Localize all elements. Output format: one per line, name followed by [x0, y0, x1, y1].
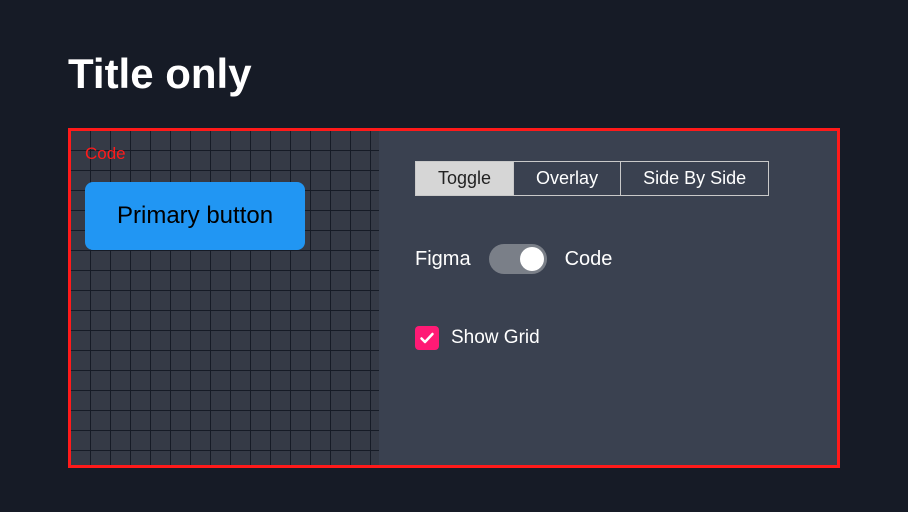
segmented-side-by-side[interactable]: Side By Side — [621, 162, 768, 195]
primary-button[interactable]: Primary button — [85, 182, 305, 250]
segmented-toggle[interactable]: Toggle — [416, 162, 514, 195]
source-switch-row: Figma Code — [415, 244, 801, 274]
switch-left-label: Figma — [415, 248, 471, 271]
segmented-overlay[interactable]: Overlay — [514, 162, 621, 195]
source-switch[interactable] — [489, 244, 547, 274]
controls-pane: Toggle Overlay Side By Side Figma Code S… — [379, 131, 837, 465]
preview-pane: Code Primary button — [71, 131, 379, 465]
switch-thumb — [520, 247, 544, 271]
show-grid-checkbox[interactable] — [415, 326, 439, 350]
show-grid-row: Show Grid — [415, 326, 801, 350]
view-mode-segmented: Toggle Overlay Side By Side — [415, 161, 769, 196]
check-icon — [419, 330, 435, 346]
preview-mode-label: Code — [85, 145, 365, 162]
switch-right-label: Code — [565, 248, 613, 271]
comparison-panel: Code Primary button Toggle Overlay Side … — [68, 128, 840, 468]
show-grid-label: Show Grid — [451, 327, 540, 349]
page-title: Title only — [0, 0, 908, 128]
